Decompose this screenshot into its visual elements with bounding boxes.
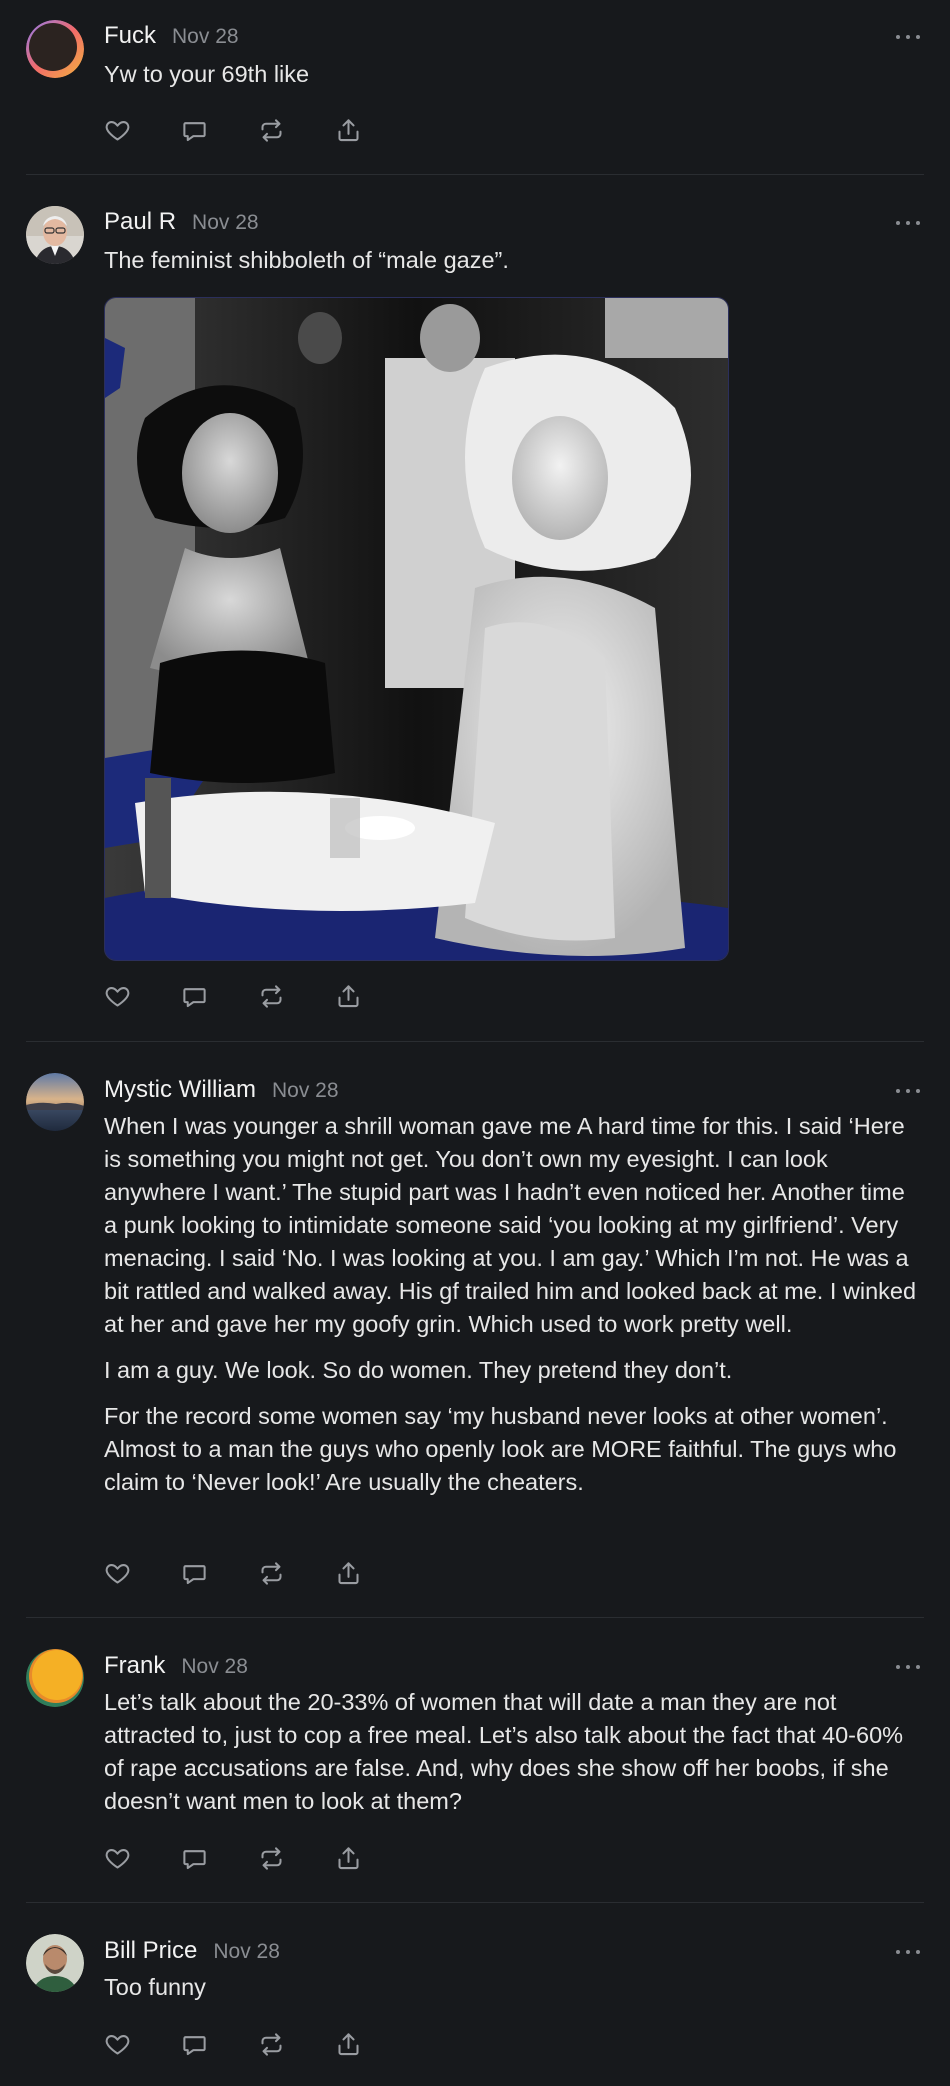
avatar[interactable] xyxy=(26,1934,84,1992)
action-bar xyxy=(104,983,362,1010)
divider xyxy=(26,174,924,175)
author-name[interactable]: Frank xyxy=(104,1652,165,1680)
post-date[interactable]: Nov 28 xyxy=(192,211,259,235)
restack-icon[interactable] xyxy=(258,2031,285,2058)
action-bar xyxy=(104,1560,362,1587)
comment-icon[interactable] xyxy=(181,1845,208,1872)
comment-text: Let’s talk about the 20-33% of women tha… xyxy=(104,1689,904,1814)
comment-text: Too funny xyxy=(104,1974,206,2000)
more-options-icon[interactable] xyxy=(896,220,920,226)
restack-icon[interactable] xyxy=(258,983,285,1010)
more-options-icon[interactable] xyxy=(896,1664,920,1670)
restack-icon[interactable] xyxy=(258,1845,285,1872)
heart-icon[interactable] xyxy=(104,2031,131,2058)
action-bar xyxy=(104,2031,362,2058)
more-options-icon[interactable] xyxy=(896,34,920,40)
more-options-icon[interactable] xyxy=(896,1949,920,1955)
divider xyxy=(26,1902,924,1903)
heart-icon[interactable] xyxy=(104,983,131,1010)
comment-text: Yw to your 69th like xyxy=(104,61,310,87)
action-bar xyxy=(104,1845,362,1872)
heart-icon[interactable] xyxy=(104,1560,131,1587)
share-icon[interactable] xyxy=(335,1845,362,1872)
heart-icon[interactable] xyxy=(104,117,131,144)
author-name[interactable]: Bill Price xyxy=(104,1937,197,1965)
author-name[interactable]: Paul R xyxy=(104,208,176,236)
restack-icon[interactable] xyxy=(258,117,285,144)
comment-text: When I was younger a shrill woman gave m… xyxy=(104,1113,917,1337)
divider xyxy=(26,1617,924,1618)
action-bar xyxy=(104,117,362,144)
share-icon[interactable] xyxy=(335,2031,362,2058)
comment-icon[interactable] xyxy=(181,2031,208,2058)
post-date[interactable]: Nov 28 xyxy=(181,1655,248,1679)
post-date[interactable]: Nov 28 xyxy=(272,1079,339,1103)
divider xyxy=(26,1041,924,1042)
author-name[interactable]: Mystic William xyxy=(104,1076,256,1104)
restack-icon[interactable] xyxy=(258,1560,285,1587)
share-icon[interactable] xyxy=(335,983,362,1010)
post-date[interactable]: Nov 28 xyxy=(213,1940,280,1964)
author-name[interactable]: Fuck xyxy=(104,22,156,50)
avatar[interactable] xyxy=(26,1649,84,1707)
comment-icon[interactable] xyxy=(181,1560,208,1587)
share-icon[interactable] xyxy=(335,1560,362,1587)
avatar[interactable] xyxy=(26,1073,84,1131)
avatar[interactable] xyxy=(26,20,84,78)
post-date[interactable]: Nov 28 xyxy=(172,25,239,49)
comment-icon[interactable] xyxy=(181,983,208,1010)
post-image[interactable] xyxy=(104,297,729,961)
avatar[interactable] xyxy=(26,206,84,264)
more-options-icon[interactable] xyxy=(896,1088,920,1094)
share-icon[interactable] xyxy=(335,117,362,144)
comment-icon[interactable] xyxy=(181,117,208,144)
comment-text: For the record some women say ‘my husban… xyxy=(104,1403,897,1495)
heart-icon[interactable] xyxy=(104,1845,131,1872)
comment-text: I am a guy. We look. So do women. They p… xyxy=(104,1357,733,1383)
comment-text: The feminist shibboleth of “male gaze”. xyxy=(104,247,509,273)
